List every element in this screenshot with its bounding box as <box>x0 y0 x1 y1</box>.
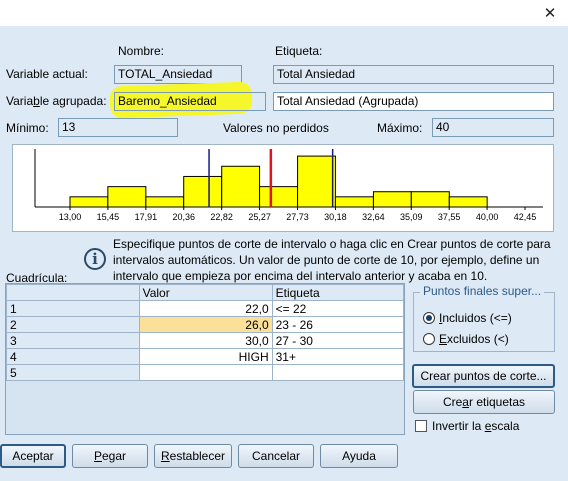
table-row[interactable]: 4 HIGH 31+ <box>6 348 405 365</box>
row-number: 2 <box>6 316 140 333</box>
x-tick-label: 17,91 <box>135 212 158 222</box>
grid-corner-cell <box>6 284 140 301</box>
minimum-label: Mínimo: <box>6 121 49 135</box>
x-tick-label: 40,00 <box>476 212 499 222</box>
value-cell[interactable]: 26,0 <box>138 316 273 333</box>
histogram-bar <box>107 186 147 208</box>
paste-button[interactable]: Pegar <box>72 444 148 468</box>
label-cell[interactable] <box>271 364 405 381</box>
row-number: 1 <box>6 300 140 317</box>
histogram-bar <box>145 196 185 208</box>
table-row[interactable]: 3 30,0 27 - 30 <box>6 332 405 349</box>
label-cell[interactable]: 27 - 30 <box>271 332 405 349</box>
histogram-bar <box>297 155 336 208</box>
maximum-value: 40 <box>432 118 554 137</box>
grouped-variable-label: Variable agrupada: <box>6 94 107 108</box>
table-row[interactable]: 5 <box>6 364 405 381</box>
included-label[interactable]: Incluidos (<=) <box>439 311 512 325</box>
label-cell[interactable]: <= 22 <box>271 300 405 317</box>
label-cell[interactable]: 31+ <box>271 348 405 365</box>
ok-button[interactable]: Aceptar <box>0 444 66 468</box>
histogram-bar <box>334 196 374 208</box>
histogram-bar <box>183 175 223 208</box>
value-cell[interactable]: HIGH <box>138 348 273 365</box>
grid-header-valor: Valor <box>138 284 273 301</box>
valid-values-label: Valores no perdidos <box>223 121 329 135</box>
cancel-button[interactable]: Cancelar <box>238 444 314 468</box>
table-row[interactable]: 1 22,0 <= 22 <box>6 300 405 317</box>
help-button[interactable]: Ayuda <box>320 444 398 468</box>
grid-header-etiqueta: Etiqueta <box>271 284 405 301</box>
value-cell[interactable]: 22,0 <box>138 300 273 317</box>
row-number: 4 <box>6 348 140 365</box>
x-tick-label: 30,18 <box>324 212 347 222</box>
histogram-bar <box>221 165 261 208</box>
info-text: Especifique puntos de corte de intervalo… <box>113 237 551 283</box>
grouped-variable-name-input[interactable]: Baremo_Ansiedad <box>114 92 266 111</box>
current-variable-name-field: TOTAL_Ansiedad <box>114 65 242 84</box>
make-cutpoints-button[interactable]: Crear puntos de corte... <box>412 364 555 388</box>
x-tick-label: 42,45 <box>514 212 537 222</box>
value-cell[interactable]: 30,0 <box>138 332 273 349</box>
table-row[interactable]: 2 26,0 23 - 26 <box>6 316 405 333</box>
x-tick-label: 27,73 <box>286 212 309 222</box>
make-labels-button[interactable]: Crear etiquetas <box>413 390 555 414</box>
minimum-value: 13 <box>58 118 178 137</box>
x-tick-label: 20,36 <box>172 212 195 222</box>
excluded-radio[interactable] <box>423 333 435 345</box>
histogram-bar <box>259 186 299 208</box>
grid-table: Valor Etiqueta 1 22,0 <= 22 2 26,0 23 - 26 3 30… <box>6 284 405 381</box>
row-number: 3 <box>6 332 140 349</box>
endpoints-title: Puntos finales super... <box>420 284 545 298</box>
info-icon: i <box>84 248 106 270</box>
included-radio[interactable] <box>423 312 435 324</box>
label-column-header: Etiqueta: <box>275 44 323 58</box>
current-variable-label-field: Total Ansiedad <box>273 65 554 84</box>
x-tick-label: 22,82 <box>210 212 233 222</box>
x-tick-label: 32,64 <box>362 212 385 222</box>
reverse-scale-label[interactable]: Invertir la escala <box>432 419 519 433</box>
value-cell[interactable] <box>138 364 273 381</box>
histogram-chart: 13,00 15,45 17,91 20,36 22,82 25,27 27,73 30,18… <box>12 144 554 232</box>
label-cell[interactable]: 23 - 26 <box>271 316 405 333</box>
grouped-variable-label-input[interactable]: Total Ansiedad (Agrupada) <box>273 92 554 111</box>
cutpoints-grid[interactable]: Valor Etiqueta 1 22,0 <= 22 2 26,0 23 - 26 3 30… <box>5 283 405 435</box>
x-tick-label: 15,45 <box>97 212 120 222</box>
close-icon[interactable]: ✕ <box>538 2 562 24</box>
histogram-bar <box>448 196 488 208</box>
histogram-bar <box>69 196 109 208</box>
name-column-header: Nombre: <box>118 44 165 58</box>
histogram-bar <box>410 191 450 208</box>
reverse-scale-checkbox[interactable] <box>415 420 427 432</box>
x-tick-label: 35,09 <box>400 212 423 222</box>
x-tick-label: 13,00 <box>59 212 82 222</box>
x-tick-label: 37,55 <box>438 212 461 222</box>
maximum-label: Máximo: <box>377 121 423 135</box>
reset-button[interactable]: Restablecer <box>154 444 232 468</box>
histogram-svg: 13,00 15,45 17,91 20,36 22,82 25,27 27,73 30,18… <box>34 149 543 222</box>
x-tick-label: 25,27 <box>248 212 271 222</box>
grid-header-row: Valor Etiqueta <box>6 284 405 301</box>
histogram-bar <box>372 191 412 208</box>
current-variable-label: Variable actual: <box>6 67 88 81</box>
excluded-label[interactable]: Excluidos (<) <box>439 332 509 346</box>
title-bar: ✕ <box>0 0 568 26</box>
row-number: 5 <box>6 364 140 381</box>
